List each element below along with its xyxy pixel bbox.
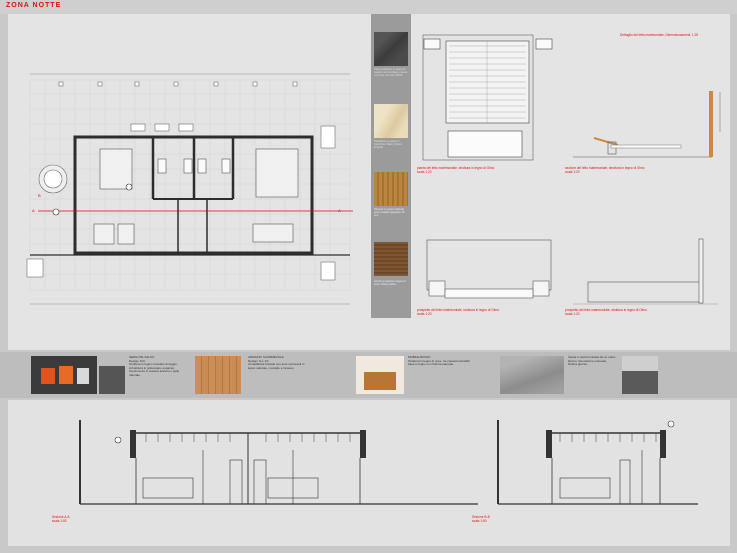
material-text-2: Rivestimento bagno in travertino chiaro,… [374, 140, 402, 149]
bed-section-view [573, 91, 721, 158]
footer-bar [0, 546, 737, 553]
cabinet-photo [356, 356, 404, 394]
chairs-photo [31, 356, 97, 394]
section-a-scale: scala 1:50 [52, 519, 67, 523]
plan-scale-1: scala 1:20 [417, 170, 432, 174]
bed-side-elevation [573, 238, 718, 305]
stone-sink-photo [500, 356, 564, 394]
section-aa [79, 420, 478, 505]
swatch-walnut-wood [374, 242, 408, 276]
chairs-photo-2 [99, 366, 125, 394]
stone-sink-text: Vasca in pietra ricavata da un unico blo… [568, 355, 616, 366]
top-right-note: Dettaglio del letto matrimoniale, Dimens… [620, 33, 699, 37]
material-text-1: Pavimentazione in pietra di basalto nero… [374, 68, 408, 77]
street-photo [622, 356, 658, 394]
section-b-scale: scala 1:50 [472, 519, 487, 523]
page-title: ZONA NOTTE [6, 2, 62, 9]
bed-front-elevation [426, 239, 552, 299]
top-drawing-panel: B A A pianta del letto matrimoniale, str… [8, 14, 730, 350]
swatch-cream-marble [374, 104, 408, 138]
sections-panel: Sezione A-A scala 1:50 Sezione B-B scala… [8, 400, 730, 546]
wardrobe-text: ARMADIO SCORREVOLE Design: G.L.XX Armadi… [248, 355, 305, 370]
materials-strip: Pavimentazione in pietra di basalto nero… [371, 14, 411, 318]
building-sections [79, 420, 698, 505]
wardrobe-photo [195, 356, 241, 394]
side-scale-1: scala 1:20 [565, 170, 580, 174]
product-photo-band: SEDIA PIE SALSO Design: M.F. Struttura i… [0, 352, 737, 398]
material-text-3: Parquet in rovere naturale, posa a liste… [374, 208, 405, 217]
chairs-text: SEDIA PIE SALSO Design: M.F. Struttura i… [129, 355, 180, 377]
section-bb [497, 420, 698, 505]
bed-detail-drawings [422, 34, 721, 305]
cabinet-text: MOBILE BASSO Struttura in legno di noce,… [408, 355, 471, 366]
header-bar [0, 0, 737, 14]
section-bb-beams [559, 433, 657, 442]
swatch-oak-wood [374, 172, 408, 206]
swatch-dark-slate [374, 32, 408, 66]
material-text-4: Arredi su misura in legno di noce, finit… [374, 280, 406, 286]
side-scale-2: scala 1:20 [565, 312, 580, 316]
bed-plan-view [422, 34, 553, 161]
front-scale: scala 1:20 [417, 312, 432, 316]
